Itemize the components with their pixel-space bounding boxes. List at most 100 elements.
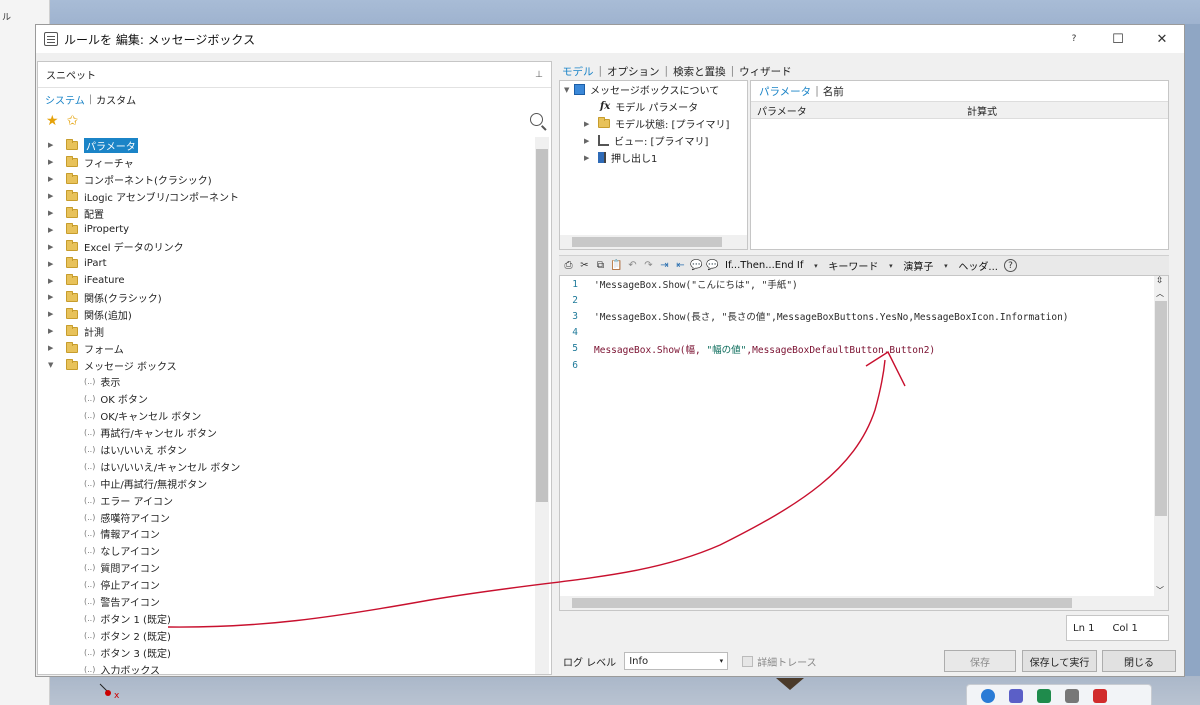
excel-icon[interactable] — [1037, 689, 1051, 703]
header-button[interactable]: ヘッダ... — [955, 258, 1001, 273]
wifi-icon[interactable] — [981, 689, 995, 703]
model-tree-item[interactable]: ▶ ビュー: [プライマリ] — [560, 132, 747, 149]
snippet-folder[interactable]: ▶ コンポーネント(クラシック) — [38, 171, 535, 188]
model-tree-hscroll[interactable] — [560, 235, 747, 249]
maximize-button[interactable]: ☐ — [1096, 25, 1140, 53]
close-window-button[interactable]: ✕ — [1140, 25, 1184, 53]
snippet-folder[interactable]: ▶ フィーチャ — [38, 154, 535, 171]
save-button[interactable]: 保存 — [944, 650, 1016, 672]
close-button[interactable]: 閉じる — [1102, 650, 1176, 672]
scrollbar-thumb[interactable] — [572, 598, 1072, 608]
redo-icon[interactable]: ↷ — [642, 259, 655, 272]
right-tab[interactable]: 検索と置換 — [673, 64, 726, 79]
model-tree-root[interactable]: ▼ メッセージボックスについて — [560, 81, 747, 98]
expand-arrow-icon[interactable]: ▶ — [48, 175, 58, 183]
expand-arrow-icon[interactable]: ▶ — [48, 293, 58, 301]
expand-arrow-icon[interactable]: ▶ — [584, 154, 594, 162]
if-then-button[interactable]: If...Then...End If — [722, 260, 806, 271]
snippet-item[interactable]: (..) 警告アイコン — [38, 593, 535, 610]
snippet-item[interactable]: (..) はい/いいえ ボタン — [38, 441, 535, 458]
keyword-button[interactable]: キーワード — [825, 258, 881, 273]
indent-icon[interactable]: ⇥ — [658, 259, 671, 272]
right-tab[interactable]: ウィザード — [739, 64, 792, 79]
column-formula[interactable]: 計算式 — [961, 103, 997, 118]
snippet-folder[interactable]: ▶ 配置 — [38, 205, 535, 222]
collapse-arrow-icon[interactable]: ▼ — [564, 86, 574, 94]
help-circle-icon[interactable]: ? — [1003, 259, 1017, 272]
snippet-folder[interactable]: ▶ Excel データのリンク — [38, 238, 535, 255]
app-icon[interactable] — [1065, 689, 1079, 703]
snippet-scrollbar[interactable] — [535, 137, 549, 674]
model-tree-item[interactable]: ▶ モデル状態: [プライマリ] — [560, 115, 747, 132]
log-level-select[interactable]: Info ▾ — [624, 652, 729, 670]
paste-icon[interactable]: 📋 — [610, 259, 623, 272]
snippet-item[interactable]: (..) 表示 — [38, 373, 535, 390]
tab-parameters[interactable]: パラメータ — [759, 84, 811, 99]
column-parameter[interactable]: パラメータ — [751, 103, 961, 118]
snippet-item[interactable]: (..) エラー アイコン — [38, 492, 535, 509]
snippet-item[interactable]: (..) ボタン 2 (既定) — [38, 627, 535, 644]
code-line[interactable]: 3 'MessageBox.Show(長さ, "長さの値",MessageBoxB… — [560, 308, 1168, 324]
outdent-icon[interactable]: ⇤ — [674, 259, 687, 272]
snippet-item[interactable]: (..) 中止/再試行/無視ボタン — [38, 475, 535, 492]
scroll-down-icon[interactable]: ﹀ — [1156, 585, 1164, 596]
expand-arrow-icon[interactable]: ▶ — [48, 310, 58, 318]
expand-arrow-icon[interactable]: ▶ — [48, 344, 58, 352]
cut-icon[interactable]: ✂ — [578, 259, 591, 272]
scrollbar-thumb[interactable] — [572, 237, 722, 247]
snippet-folder[interactable]: ▶ 関係(クラシック) — [38, 289, 535, 306]
mail-icon[interactable] — [1093, 689, 1107, 703]
copy-icon[interactable]: ⧉ — [594, 259, 607, 272]
editor-vscroll[interactable]: ⇳ ︿ ﹀ — [1154, 276, 1168, 610]
pin-icon[interactable]: ⊥ — [535, 70, 543, 80]
expand-arrow-icon[interactable]: ▶ — [584, 137, 594, 145]
print-icon[interactable]: ⎙ — [562, 259, 575, 272]
add-favorite-star-icon[interactable]: ✩ — [67, 113, 79, 129]
expand-arrow-icon[interactable]: ▶ — [48, 327, 58, 335]
collapse-arrow-icon[interactable]: ▼ — [48, 361, 58, 369]
snippet-item[interactable]: (..) ボタン 1 (既定) — [38, 610, 535, 627]
code-line[interactable]: 1 'MessageBox.Show("こんにちは", "手紙") — [560, 276, 1168, 292]
trace-checkbox[interactable] — [742, 655, 754, 667]
tab-system[interactable]: システム — [45, 92, 85, 107]
teams-icon[interactable] — [1009, 689, 1023, 703]
snippet-item[interactable]: (..) ボタン 3 (既定) — [38, 644, 535, 661]
snippet-folder[interactable]: ▶ 計測 — [38, 323, 535, 340]
expand-arrow-icon[interactable]: ▶ — [48, 260, 58, 268]
expand-arrow-icon[interactable]: ▶ — [584, 120, 594, 128]
comment-icon[interactable]: 💬 — [690, 259, 703, 272]
snippet-item[interactable]: (..) 質問アイコン — [38, 559, 535, 576]
code-line[interactable]: 6 — [560, 357, 1168, 373]
operator-button[interactable]: 演算子 — [900, 258, 936, 273]
expand-arrow-icon[interactable]: ▶ — [48, 243, 58, 251]
code-editor[interactable]: 1 'MessageBox.Show("こんにちは", "手紙") 2 3 'Messa… — [559, 275, 1169, 611]
search-icon[interactable] — [530, 113, 543, 126]
right-tab[interactable]: モデル — [562, 64, 594, 79]
expand-arrow-icon[interactable]: ▶ — [48, 192, 58, 200]
snippet-item[interactable]: (..) 停止アイコン — [38, 576, 535, 593]
save-and-run-button[interactable]: 保存して実行 — [1022, 650, 1097, 672]
snippet-item[interactable]: (..) 再試行/キャンセル ボタン — [38, 424, 535, 441]
right-tab[interactable]: オプション — [607, 64, 660, 79]
split-icon[interactable]: ⇳ — [1156, 276, 1164, 286]
snippet-item[interactable]: (..) なしアイコン — [38, 542, 535, 559]
snippet-folder[interactable]: ▶ iLogic アセンブリ/コンポーネント — [38, 188, 535, 205]
snippet-folder[interactable]: ▶ フォーム — [38, 340, 535, 357]
scrollbar-thumb[interactable] — [1155, 301, 1167, 516]
expand-arrow-icon[interactable]: ▶ — [48, 141, 58, 149]
chevron-down-icon[interactable]: ▾ — [809, 259, 822, 272]
snippet-folder[interactable]: ▶ パラメータ — [38, 137, 535, 154]
snippet-item[interactable]: (..) OK ボタン — [38, 390, 535, 407]
code-line[interactable]: 4 — [560, 325, 1168, 341]
chevron-down-icon[interactable]: ▾ — [939, 259, 952, 272]
expand-arrow-icon[interactable]: ▶ — [48, 158, 58, 166]
undo-icon[interactable]: ↶ — [626, 259, 639, 272]
uncomment-icon[interactable]: 💬 — [706, 259, 719, 272]
expand-arrow-icon[interactable]: ▶ — [48, 277, 58, 285]
code-line[interactable]: 5 MessageBox.Show(幅, "幅の値",MessageBoxDefa… — [560, 341, 1168, 357]
favorites-star-icon[interactable]: ★ — [46, 113, 59, 129]
snippet-item[interactable]: (..) はい/いいえ/キャンセル ボタン — [38, 458, 535, 475]
snippet-folder[interactable]: ▶ iProperty — [38, 221, 535, 238]
help-button[interactable]: ? — [1052, 25, 1096, 53]
expand-arrow-icon[interactable]: ▶ — [48, 226, 58, 234]
